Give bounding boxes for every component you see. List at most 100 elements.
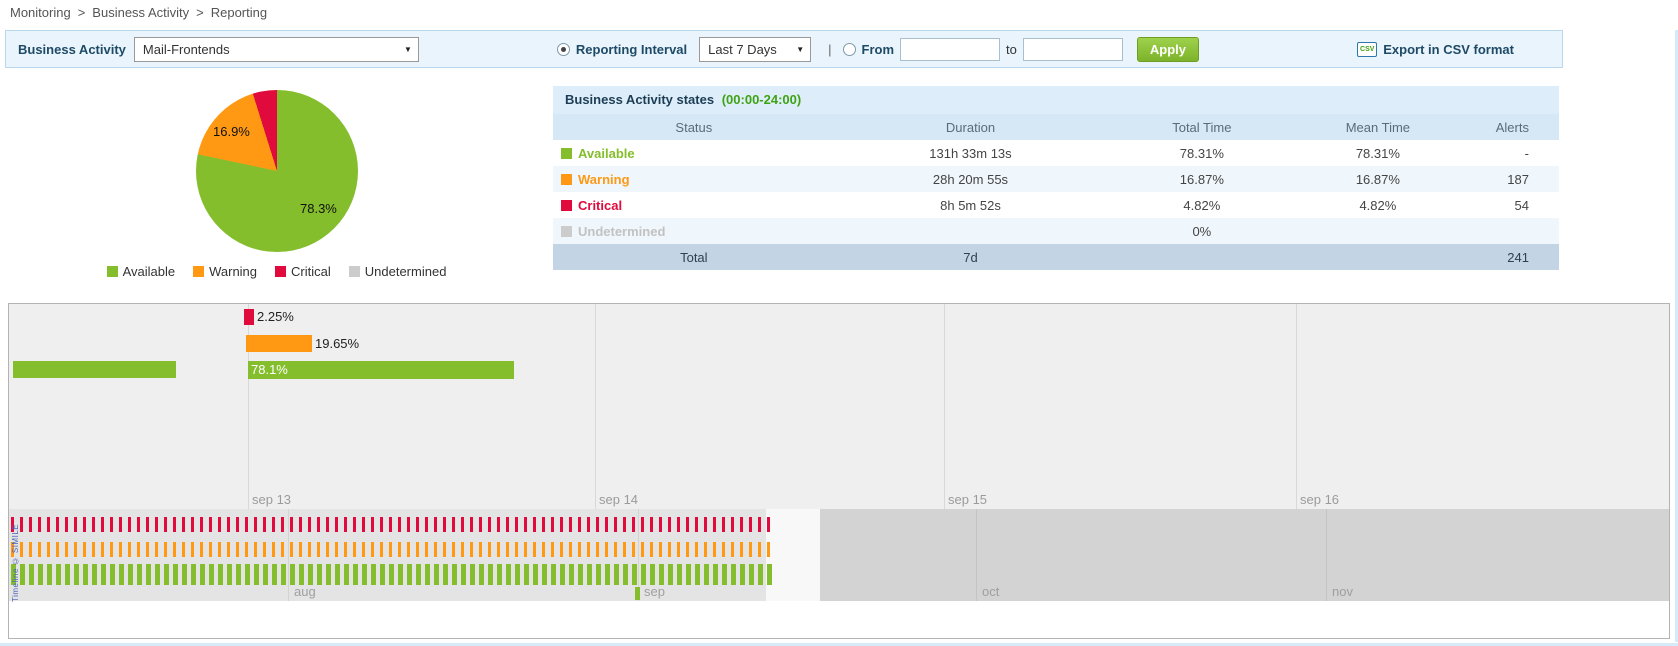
tick-critical xyxy=(38,517,41,532)
tick-critical xyxy=(479,517,482,532)
tick-available xyxy=(200,564,205,585)
tick-warning xyxy=(632,542,635,557)
tick-warning xyxy=(146,542,149,557)
tick-warning xyxy=(218,542,221,557)
tick-available xyxy=(335,564,340,585)
timeline-panel: sep 13sep 14sep 15sep 162.25%19.65%78.1%… xyxy=(8,303,1670,639)
chevron-down-icon: ▼ xyxy=(796,45,804,54)
toolbar-separator: | xyxy=(828,42,831,57)
alerts-cell: 187 xyxy=(1458,172,1559,187)
states-table-row-undetermined: Undetermined0% xyxy=(553,218,1559,244)
tick-available xyxy=(452,564,457,585)
total-time-cell: 16.87% xyxy=(1106,172,1297,187)
tick-warning xyxy=(47,542,50,557)
tick-warning xyxy=(128,542,131,557)
tick-warning xyxy=(596,542,599,557)
bar-label: 19.65% xyxy=(315,335,359,352)
chevron-down-icon: ▼ xyxy=(404,45,412,54)
timeline-gridline xyxy=(944,304,945,509)
tick-warning xyxy=(578,542,581,557)
overview-viewport-highlight[interactable] xyxy=(766,509,820,601)
tick-available xyxy=(38,564,43,585)
export-csv-label: Export in CSV format xyxy=(1383,42,1514,57)
breadcrumb-reporting[interactable]: Reporting xyxy=(211,5,267,20)
breadcrumb-separator: > xyxy=(78,5,86,20)
tick-critical xyxy=(353,517,356,532)
tick-available xyxy=(272,564,277,585)
overview-month-gridline xyxy=(1326,509,1327,601)
tick-available xyxy=(263,564,268,585)
business-activity-select[interactable]: Mail-Frontends ▼ xyxy=(134,37,419,62)
tick-warning xyxy=(101,542,104,557)
legend-swatch xyxy=(193,266,204,277)
apply-button[interactable]: Apply xyxy=(1137,37,1199,62)
summary-section: AvailableWarningCriticalUndetermined 16.… xyxy=(0,78,1678,303)
column-header-total-time: Total Time xyxy=(1106,120,1297,135)
states-table-total-row: Total 7d 241 xyxy=(553,244,1559,270)
pie-panel: AvailableWarningCriticalUndetermined 16.… xyxy=(0,78,553,303)
tick-critical xyxy=(605,517,608,532)
custom-period-radio[interactable] xyxy=(843,43,856,56)
tick-critical xyxy=(182,517,185,532)
tick-warning xyxy=(686,542,689,557)
tick-critical xyxy=(362,517,365,532)
tick-available xyxy=(569,564,574,585)
tick-warning xyxy=(551,542,554,557)
from-date-input[interactable] xyxy=(900,38,1000,61)
tick-critical xyxy=(659,517,662,532)
column-header-alerts: Alerts xyxy=(1458,120,1559,135)
tick-warning xyxy=(659,542,662,557)
breadcrumb-business-activity[interactable]: Business Activity xyxy=(92,5,189,20)
reporting-interval-select[interactable]: Last 7 Days ▼ xyxy=(699,37,811,62)
export-csv-button[interactable]: CSV Export in CSV format xyxy=(1357,42,1514,57)
tick-critical xyxy=(101,517,104,532)
status-swatch xyxy=(561,200,572,211)
timeline-date-label: sep 16 xyxy=(1300,492,1339,507)
tick-available xyxy=(209,564,214,585)
tick-warning xyxy=(380,542,383,557)
reporting-interval-radio[interactable] xyxy=(557,43,570,56)
tick-available xyxy=(281,564,286,585)
tick-warning xyxy=(20,542,23,557)
legend-item-undetermined: Undetermined xyxy=(349,264,447,279)
tick-critical xyxy=(677,517,680,532)
tick-available xyxy=(74,564,79,585)
tick-available xyxy=(218,564,223,585)
tick-critical xyxy=(200,517,203,532)
tick-warning xyxy=(38,542,41,557)
tick-warning xyxy=(452,542,455,557)
tick-critical xyxy=(254,517,257,532)
breadcrumb-monitoring[interactable]: Monitoring xyxy=(10,5,71,20)
tick-available xyxy=(56,564,61,585)
tick-critical xyxy=(641,517,644,532)
states-table-row-warning: Warning28h 20m 55s16.87%16.87%187 xyxy=(553,166,1559,192)
tick-warning xyxy=(245,542,248,557)
tick-warning xyxy=(443,542,446,557)
timeline-main-band[interactable]: sep 13sep 14sep 15sep 162.25%19.65%78.1% xyxy=(9,304,1669,509)
availability-pie-chart xyxy=(196,90,358,252)
duration-cell: 28h 20m 55s xyxy=(835,172,1107,187)
tick-available xyxy=(659,564,664,585)
tick-available xyxy=(128,564,133,585)
tick-critical xyxy=(749,517,752,532)
overview-month-gridline xyxy=(288,509,289,601)
tick-critical xyxy=(488,517,491,532)
tick-critical xyxy=(722,517,725,532)
tick-critical xyxy=(623,517,626,532)
legend-swatch xyxy=(349,266,360,277)
tick-available xyxy=(83,564,88,585)
column-header-mean-time: Mean Time xyxy=(1297,120,1458,135)
tick-critical xyxy=(209,517,212,532)
tick-available xyxy=(497,564,502,585)
toolbar: Business Activity Mail-Frontends ▼ Repor… xyxy=(5,30,1563,68)
tick-available xyxy=(110,564,115,585)
legend-swatch xyxy=(107,266,118,277)
tick-available xyxy=(317,564,322,585)
timeline-overview-band[interactable]: augsepoctnov xyxy=(9,509,1669,601)
tick-warning xyxy=(713,542,716,557)
tick-available xyxy=(101,564,106,585)
tick-critical xyxy=(758,517,761,532)
tick-warning xyxy=(506,542,509,557)
to-date-input[interactable] xyxy=(1023,38,1123,61)
tick-available xyxy=(308,564,313,585)
